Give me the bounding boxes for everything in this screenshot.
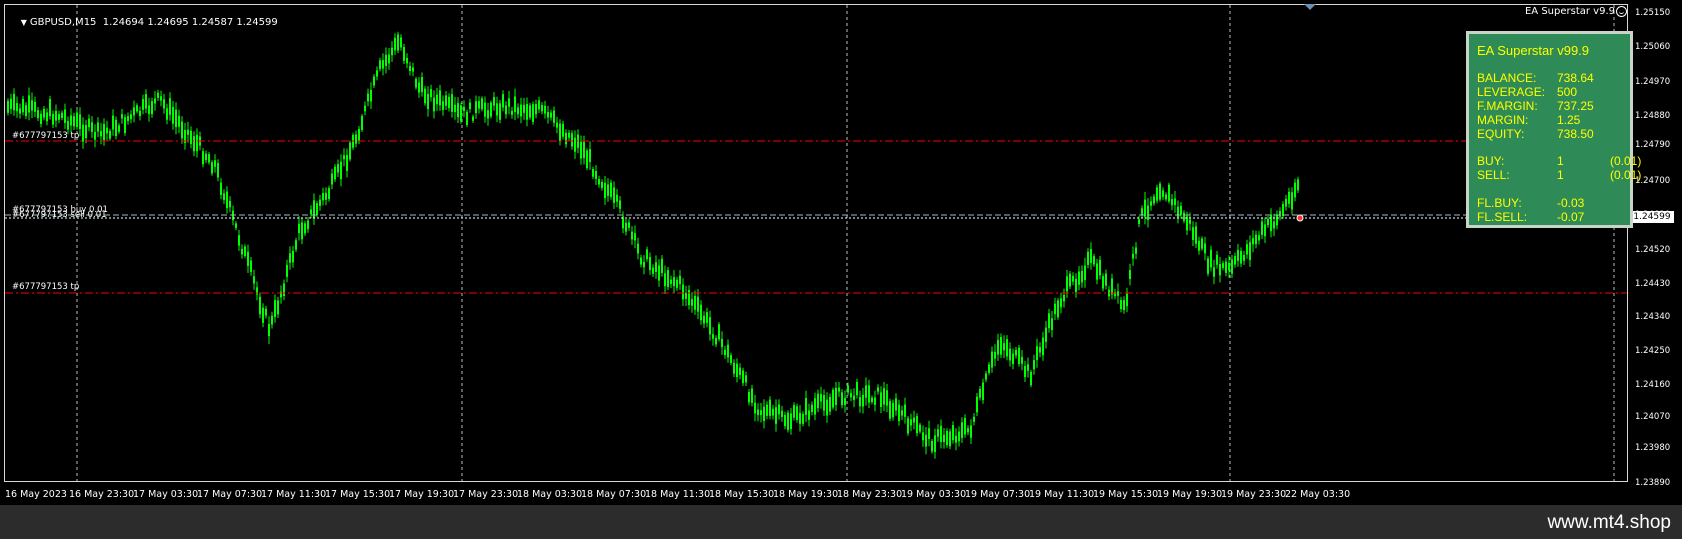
ea-panel-value: 1.25	[1557, 113, 1581, 127]
watermark-text: www.mt4.shop	[1547, 512, 1671, 533]
price-tick-label: 1.23890	[1635, 478, 1671, 488]
chart-shift-marker-icon[interactable]	[1304, 4, 1316, 10]
ea-panel-value: (0.01)	[1610, 154, 1642, 168]
chart-window[interactable]: ▼ GBPUSD,M15 1.24694 1.24695 1.24587 1.24…	[0, 0, 1682, 505]
time-tick-label: 16 May 2023	[5, 489, 67, 500]
ea-panel-key: FL.SELL:	[1477, 210, 1528, 224]
ea-panel-value: (0.01)	[1610, 168, 1642, 182]
ea-panel-value: 1	[1557, 168, 1564, 182]
ea-panel-key: LEVERAGE:	[1477, 85, 1546, 99]
chart-frame	[4, 4, 1628, 482]
ohlc-values: 1.24694 1.24695 1.24587 1.24599	[102, 17, 278, 28]
price-tick-label: 1.24250	[1635, 346, 1671, 356]
time-tick-label: 17 May 03:30	[133, 489, 199, 500]
time-tick-label: 18 May 23:30	[837, 489, 903, 500]
ea-panel-value: 738.64	[1557, 71, 1594, 85]
time-tick-label: 19 May 19:30	[1157, 489, 1223, 500]
ea-panel-key: FL.BUY:	[1477, 196, 1522, 210]
footer-bar: www.mt4.shop	[0, 505, 1682, 539]
price-tick-label: 1.23980	[1635, 443, 1671, 453]
price-tick-label: 1.24880	[1635, 111, 1671, 121]
time-tick-label: 17 May 07:30	[197, 489, 263, 500]
symbol-label: GBPUSD,M15	[29, 17, 97, 28]
price-tick-label: 1.24970	[1635, 77, 1671, 87]
price-tick-label: 1.25060	[1635, 42, 1671, 52]
price-tick-label: 1.24790	[1635, 140, 1671, 150]
time-tick-label: 19 May 03:30	[901, 489, 967, 500]
ea-panel-key: EQUITY:	[1477, 127, 1525, 141]
ea-panel-value: -0.07	[1557, 210, 1585, 224]
price-tick-label: 1.24430	[1635, 279, 1671, 289]
smiley-icon	[1616, 6, 1627, 17]
ea-panel-key: SELL:	[1477, 168, 1510, 182]
ea-panel-key: BUY:	[1477, 154, 1505, 168]
current-bid-box: 1.24599	[1630, 211, 1674, 223]
price-tick-label: 1.24160	[1635, 380, 1671, 390]
ea-panel-key: MARGIN:	[1477, 113, 1529, 127]
time-tick-label: 16 May 23:30	[69, 489, 135, 500]
time-tick-label: 19 May 15:30	[1093, 489, 1159, 500]
time-tick-label: 18 May 19:30	[773, 489, 839, 500]
ea-panel-value: 1	[1557, 154, 1564, 168]
ea-panel-key: F.MARGIN:	[1477, 99, 1538, 113]
time-tick-label: 19 May 11:30	[1029, 489, 1095, 500]
ea-info-panel: EA Superstar v99.9 BALANCE: 738.64 LEVERAG…	[1466, 31, 1641, 228]
time-tick-label: 17 May 15:30	[325, 489, 391, 500]
time-tick-label: 17 May 11:30	[261, 489, 327, 500]
ea-panel-value: 500	[1557, 85, 1578, 99]
dropdown-triangle-icon[interactable]: ▼	[21, 18, 27, 27]
time-tick-label: 18 May 15:30	[709, 489, 775, 500]
price-tick-label: 1.24070	[1635, 412, 1671, 422]
order-tp-label-upper: #677797153 tp	[12, 131, 80, 141]
order-tp-label-lower: #677797153 tp	[12, 282, 80, 292]
chart-header: ▼ GBPUSD,M15 1.24694 1.24695 1.24587 1.24…	[8, 6, 278, 39]
ea-name-label: EA Superstar v9.9	[1524, 6, 1615, 17]
time-tick-label: 17 May 23:30	[453, 489, 519, 500]
price-tick-label: 1.25150	[1635, 8, 1671, 18]
order-sell-label: #677797153 sell 0.01	[12, 210, 107, 220]
ea-panel-key: BALANCE:	[1477, 71, 1537, 85]
price-tick-label: 1.24520	[1635, 245, 1671, 255]
time-tick-label: 18 May 03:30	[517, 489, 583, 500]
ea-panel-value: 738.50	[1557, 127, 1594, 141]
time-tick-label: 18 May 07:30	[581, 489, 647, 500]
time-tick-label: 18 May 11:30	[645, 489, 711, 500]
ea-panel-value: -0.03	[1557, 196, 1585, 210]
time-tick-label: 19 May 07:30	[965, 489, 1031, 500]
price-tick-label: 1.24340	[1635, 312, 1671, 322]
time-tick-label: 19 May 23:30	[1221, 489, 1287, 500]
ea-panel-title: EA Superstar v99.9	[1477, 43, 1590, 58]
time-tick-label: 17 May 19:30	[389, 489, 455, 500]
ea-panel-value: 737.25	[1557, 99, 1594, 113]
time-tick-label: 22 May 03:30	[1285, 489, 1351, 500]
